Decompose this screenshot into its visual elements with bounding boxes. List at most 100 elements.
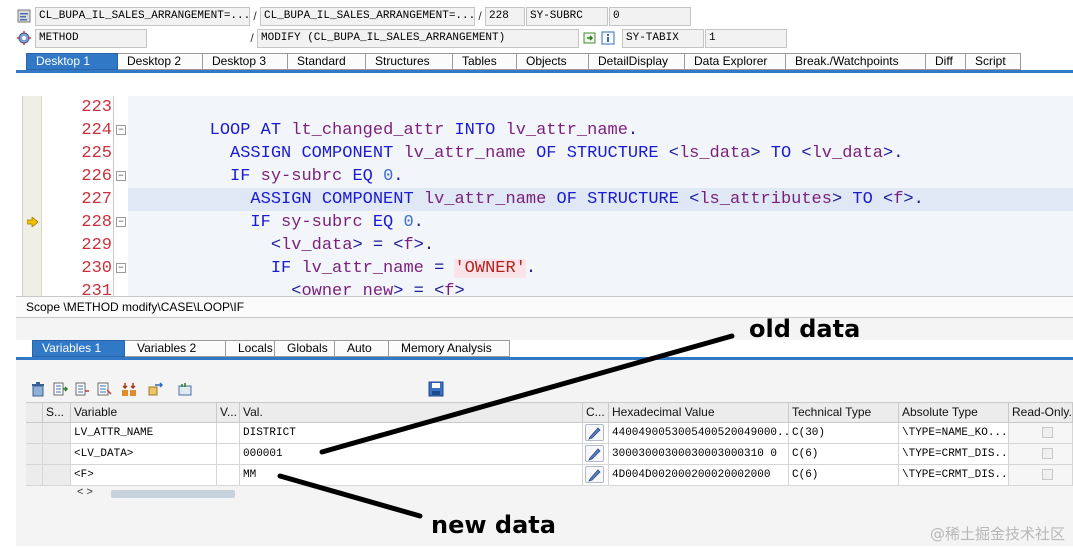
variable-cell[interactable]: <F> — [71, 465, 217, 486]
pane-divider[interactable] — [16, 318, 1073, 340]
code-line: 230 − IF lv_attr_name = 'OWNER'. — [23, 257, 1073, 280]
tab-desktop-2[interactable]: Desktop 2 — [118, 53, 203, 70]
collapse-icon[interactable]: − — [116, 217, 126, 227]
export-icon[interactable] — [74, 381, 90, 397]
edit-pencil-icon[interactable] — [585, 466, 604, 483]
change-cell[interactable] — [583, 444, 609, 465]
column-header-v[interactable]: V... — [217, 402, 240, 423]
value-cell[interactable]: DISTRICT — [240, 423, 583, 444]
column-header-read-only[interactable]: Read-Only. — [1009, 402, 1073, 423]
tab-auto[interactable]: Auto — [335, 340, 389, 357]
v-cell — [217, 465, 240, 486]
tab-data-explorer[interactable]: Data Explorer — [685, 53, 786, 70]
value-cell[interactable]: MM — [240, 465, 583, 486]
tab-structures[interactable]: Structures — [366, 53, 453, 70]
list-icon[interactable] — [96, 381, 112, 397]
separator: / — [253, 9, 257, 23]
sysvar-name-field-2: SY-TABIX — [622, 28, 704, 48]
code-line: 223 — [23, 96, 1073, 119]
hierarchy-icon[interactable] — [121, 381, 137, 397]
code-line-highlighted: 227 ASSIGN COMPONENT lv_attr_name OF STR… — [23, 188, 1073, 211]
save-icon[interactable] — [428, 381, 444, 397]
line-number: 231 — [81, 282, 112, 296]
abs-type-cell[interactable]: \TYPE=NAME_KO... — [899, 423, 1009, 444]
read-only-cell — [1009, 465, 1073, 486]
delete-icon[interactable] — [30, 381, 46, 397]
tab-diff[interactable]: Diff — [926, 53, 966, 70]
change-cell[interactable] — [583, 423, 609, 444]
column-header-abs-type[interactable]: Absolute Type — [899, 402, 1009, 423]
line-field[interactable]: 228 — [485, 6, 525, 26]
event-row: METHOD / MODIFY (CL_BUPA_IL_SALES_ARRANG… — [0, 28, 787, 48]
import-icon[interactable] — [52, 381, 68, 397]
value-cell[interactable]: 000001 — [240, 444, 583, 465]
variable-cell[interactable]: <LV_DATA> — [71, 444, 217, 465]
hex-cell: 30003000300030003000310 0 — [609, 444, 789, 465]
collapse-icon[interactable]: − — [116, 125, 126, 135]
tab-variables-1[interactable]: Variables 1 — [32, 340, 125, 357]
annotation-old-data: old data — [749, 315, 861, 343]
source-editor[interactable]: 223 224 − LOOP AT lt_changed_attr INTO l… — [22, 96, 1073, 296]
line-number: 224 — [81, 121, 112, 140]
tab-variables-2[interactable]: Variables 2 — [125, 340, 226, 357]
column-header-hex[interactable]: Hexadecimal Value — [609, 402, 789, 423]
column-header-value[interactable]: Val. — [240, 402, 583, 423]
grid-horizontal-scrollbar[interactable]: < > — [75, 486, 305, 500]
collapse-icon[interactable]: − — [116, 171, 126, 181]
row-selector[interactable] — [26, 444, 43, 465]
transfer-icon[interactable] — [148, 381, 164, 397]
tab-detaildisplay[interactable]: DetailDisplay — [589, 53, 685, 70]
tab-tables[interactable]: Tables — [453, 53, 517, 70]
column-header-tech-type[interactable]: Technical Type — [789, 402, 899, 423]
navigate-icon[interactable] — [582, 30, 598, 46]
abs-type-cell[interactable]: \TYPE=CRMT_DIS... — [899, 465, 1009, 486]
info-icon[interactable] — [600, 30, 616, 46]
row-selector[interactable] — [26, 465, 43, 486]
scroll-arrows[interactable]: < > — [77, 486, 93, 498]
status-cell — [43, 423, 71, 444]
tab-memory-analysis[interactable]: Memory Analysis — [389, 340, 510, 357]
tab-globals[interactable]: Globals — [275, 340, 335, 357]
edit-pencil-icon[interactable] — [585, 445, 604, 462]
line-number: 225 — [81, 144, 112, 163]
event-type-field: METHOD — [35, 28, 147, 48]
scope-bar: Scope \METHOD modify\CASE\LOOP\IF — [16, 296, 1073, 318]
tab-breakpoints[interactable]: Break./Watchpoints — [786, 53, 926, 70]
column-header-row-select — [26, 402, 43, 423]
edit-pencil-icon[interactable] — [585, 424, 604, 441]
tab-script[interactable]: Script — [966, 53, 1021, 70]
status-cell — [43, 465, 71, 486]
tab-desktop-3[interactable]: Desktop 3 — [203, 53, 288, 70]
settings-icon[interactable] — [177, 381, 193, 397]
code-line: 224 − LOOP AT lt_changed_attr INTO lv_at… — [23, 119, 1073, 142]
tab-desktop-1[interactable]: Desktop 1 — [26, 53, 118, 70]
hex-cell: 4400490053005400520049000... — [609, 423, 789, 444]
code-text: IF lv_attr_name = 'OWNER'. — [270, 259, 537, 278]
column-header-variable[interactable]: Variable — [71, 402, 217, 423]
abs-type-cell[interactable]: \TYPE=CRMT_DIS... — [899, 444, 1009, 465]
change-cell[interactable] — [583, 465, 609, 486]
code-text: IF sy-subrc EQ 0. — [250, 213, 424, 232]
row-selector[interactable] — [26, 423, 43, 444]
tab-objects[interactable]: Objects — [517, 53, 589, 70]
column-header-status[interactable]: S... — [43, 402, 71, 423]
variables-tab-bar: Variables 1 Variables 2 Locals Globals A… — [32, 340, 510, 357]
sysvar-value-field: 0 — [609, 6, 691, 26]
separator: / — [250, 31, 254, 45]
include-field[interactable]: CL_BUPA_IL_SALES_ARRANGEMENT=... — [260, 6, 475, 26]
status-cell — [43, 444, 71, 465]
tab-standard[interactable]: Standard — [288, 53, 366, 70]
read-only-cell — [1009, 444, 1073, 465]
column-header-change[interactable]: C... — [583, 402, 609, 423]
scroll-thumb[interactable] — [111, 490, 235, 498]
sysvar-name-field: SY-SUBRC — [526, 6, 608, 26]
collapse-icon[interactable]: − — [116, 263, 126, 273]
tab-locals[interactable]: Locals — [226, 340, 275, 357]
program-field[interactable]: CL_BUPA_IL_SALES_ARRANGEMENT=... — [35, 6, 250, 26]
tech-type-cell: C(30) — [789, 423, 899, 444]
separator: / — [478, 9, 482, 23]
variable-cell[interactable]: LV_ATTR_NAME — [71, 423, 217, 444]
line-number: 230 — [81, 259, 112, 278]
v-cell — [217, 444, 240, 465]
code-text: LOOP AT lt_changed_attr INTO lv_attr_nam… — [209, 121, 639, 140]
